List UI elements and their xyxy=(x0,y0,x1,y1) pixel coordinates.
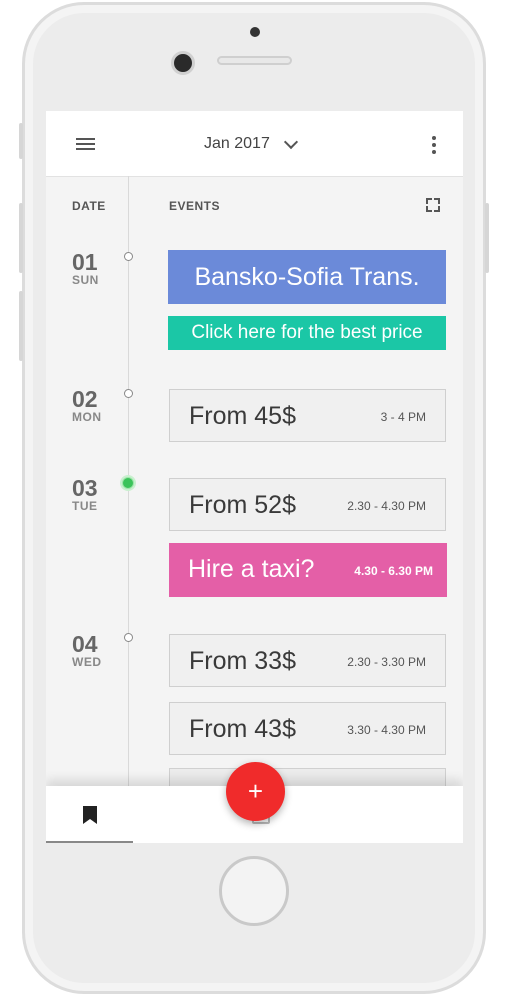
day-number: 01 xyxy=(72,249,98,275)
more-vertical-icon[interactable] xyxy=(432,136,436,157)
nav-grid[interactable] xyxy=(289,786,376,843)
bookmark-icon xyxy=(83,806,97,824)
timeline-dot xyxy=(124,633,133,642)
hire-taxi-card[interactable]: Hire a taxi? 4.30 - 6.30 PM xyxy=(169,543,447,597)
timeline-dot xyxy=(124,252,133,261)
earpiece-speaker xyxy=(217,56,292,65)
event-time: 3.30 - 4.30 PM xyxy=(347,723,426,737)
day-label-03: 03 TUE xyxy=(72,476,122,513)
event-card[interactable]: From 45$ 3 - 4 PM xyxy=(169,389,446,442)
event-price: Hire a taxi? xyxy=(188,555,315,583)
app-screen: Jan 2017 DATE EVENTS 01 SUN 02 MON 03 TU… xyxy=(46,111,463,843)
event-time: 4.30 - 6.30 PM xyxy=(354,564,433,578)
day-name: TUE xyxy=(72,499,98,513)
side-button-volume-up xyxy=(19,203,23,273)
day-label-04: 04 WED xyxy=(72,632,122,669)
nav-bookmarks[interactable] xyxy=(46,786,133,843)
day-number: 03 xyxy=(72,475,98,501)
event-time: 3 - 4 PM xyxy=(380,410,426,424)
timeline-dot xyxy=(124,389,133,398)
side-button-volume-down xyxy=(19,291,23,361)
side-button-mute xyxy=(19,123,23,159)
day-name: SUN xyxy=(72,273,99,287)
chevron-down-icon[interactable] xyxy=(283,134,299,150)
banner-title[interactable]: Bansko-Sofia Trans. xyxy=(168,250,446,304)
proximity-sensor xyxy=(250,27,260,37)
add-button[interactable]: + xyxy=(226,762,285,821)
event-card[interactable]: From 52$ 2.30 - 4.30 PM xyxy=(169,478,446,531)
nav-favorites[interactable]: ♥ xyxy=(376,786,463,843)
event-price: From 33$ xyxy=(189,647,296,675)
event-card[interactable]: From 33$ 2.30 - 3.30 PM xyxy=(169,634,446,687)
event-price: From 45$ xyxy=(189,402,296,430)
nav-calendar[interactable] xyxy=(133,786,270,843)
day-label-01: 01 SUN xyxy=(72,250,122,287)
home-button[interactable] xyxy=(219,856,289,926)
hamburger-menu-icon[interactable] xyxy=(76,138,95,150)
event-time: 2.30 - 4.30 PM xyxy=(347,499,426,513)
day-name: MON xyxy=(72,410,102,424)
front-camera xyxy=(171,51,195,75)
events-column-header: EVENTS xyxy=(169,199,221,213)
day-label-02: 02 MON xyxy=(72,387,122,424)
day-number: 04 xyxy=(72,631,98,657)
best-price-link[interactable]: Click here for the best price xyxy=(168,316,446,350)
side-button-power xyxy=(485,203,489,273)
event-card[interactable]: From 43$ 3.30 - 4.30 PM xyxy=(169,702,446,755)
date-column-header: DATE xyxy=(72,199,106,213)
month-selector[interactable]: Jan 2017 xyxy=(204,135,270,153)
event-time: 2.30 - 3.30 PM xyxy=(347,655,426,669)
event-price: From 43$ xyxy=(189,715,296,743)
event-price: From 52$ xyxy=(189,491,296,519)
day-name: WED xyxy=(72,655,102,669)
day-number: 02 xyxy=(72,386,98,412)
top-bar: Jan 2017 xyxy=(46,111,463,177)
timeline-dot-current xyxy=(122,477,134,489)
fullscreen-icon[interactable] xyxy=(426,198,440,212)
